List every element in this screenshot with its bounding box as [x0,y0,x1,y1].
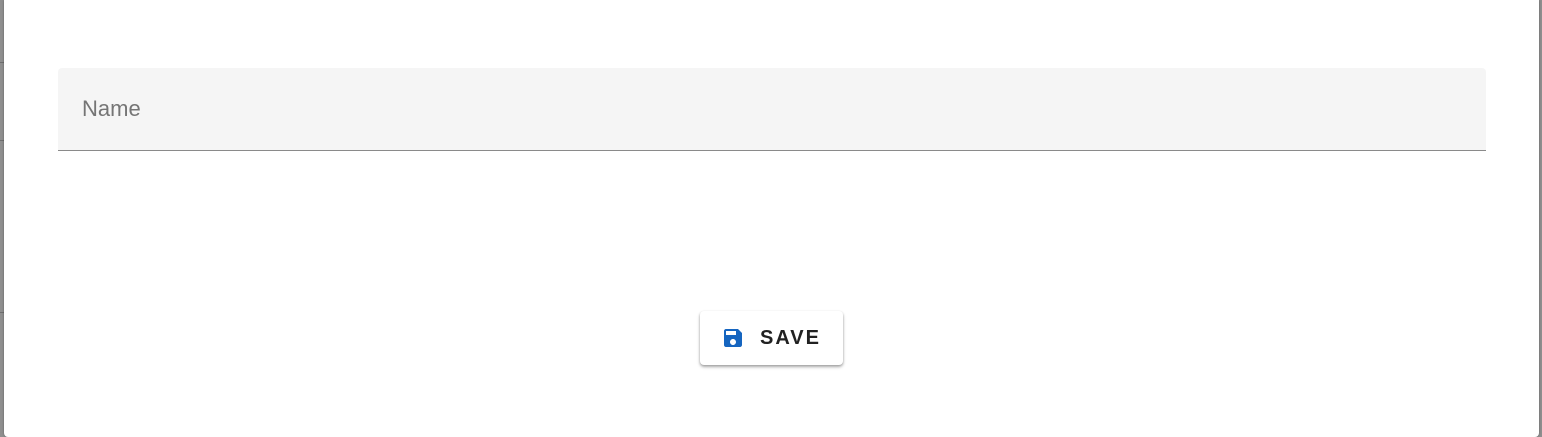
dialog-panel: SAVE [4,0,1539,437]
save-button[interactable]: SAVE [700,311,843,365]
save-button-label: SAVE [760,326,821,349]
name-input[interactable] [58,68,1486,150]
name-field[interactable] [58,68,1486,151]
floppy-disk-icon [721,326,745,350]
